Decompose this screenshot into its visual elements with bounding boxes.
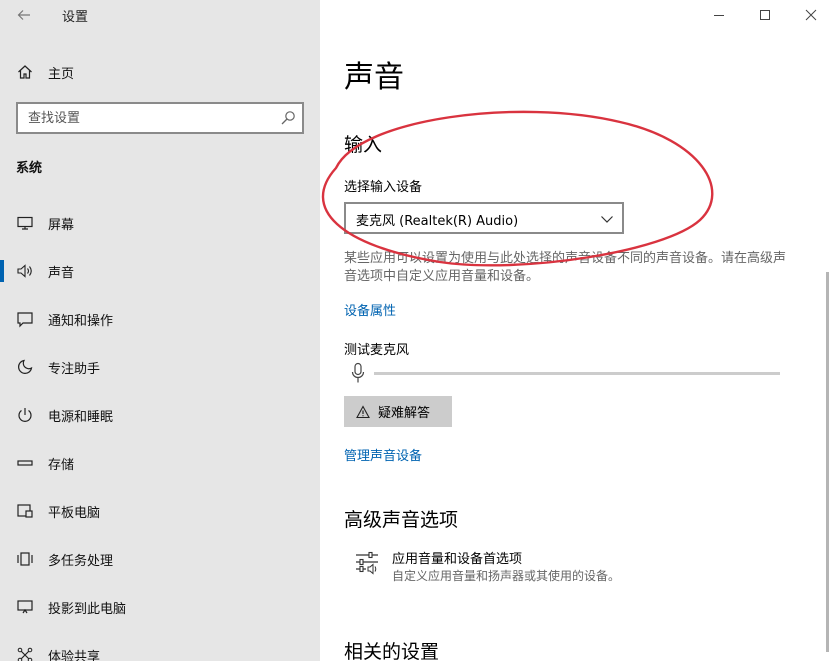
- selected-device-value: 麦克风 (Realtek(R) Audio): [356, 214, 519, 229]
- scrollbar[interactable]: [826, 272, 829, 652]
- tablet-icon: [16, 502, 34, 520]
- sidebar: 设置 主页 系统 屏幕 声音 通知和操作: [0, 0, 320, 661]
- display-icon: [16, 214, 34, 232]
- input-description: 某些应用可以设置为使用与此处选择的声音设备不同的声音设备。请在高级声音选项中自定…: [344, 251, 787, 284]
- sidebar-item-sound[interactable]: 声音: [0, 247, 320, 295]
- advanced-sound-options-heading: 高级声音选项: [344, 509, 459, 531]
- app-title: 设置: [62, 10, 89, 25]
- warning-icon: [356, 404, 370, 419]
- chevron-down-icon: [600, 211, 614, 225]
- search-icon[interactable]: [280, 110, 296, 126]
- search-box[interactable]: [16, 102, 304, 134]
- device-properties-link[interactable]: 设备属性: [344, 300, 396, 319]
- multitask-icon: [16, 550, 34, 568]
- microphone-icon: [350, 362, 366, 384]
- app-volume-preferences-link[interactable]: 应用音量和设备首选项: [392, 548, 522, 567]
- moon-icon: [16, 358, 34, 376]
- select-input-device-label: 选择输入设备: [344, 180, 423, 195]
- share-icon: [16, 646, 34, 661]
- power-icon: [16, 406, 34, 424]
- app-volume-preferences-description: 自定义应用音量和扬声器或其使用的设备。: [392, 569, 621, 583]
- sidebar-item-label: 多任务处理: [48, 554, 114, 569]
- sidebar-item-home[interactable]: 主页: [0, 58, 320, 86]
- microphone-level-meter: [374, 372, 780, 375]
- sidebar-item-tablet[interactable]: 平板电脑: [0, 487, 320, 535]
- input-heading: 输入: [344, 134, 383, 156]
- sidebar-item-label: 通知和操作: [48, 314, 114, 329]
- sidebar-item-display[interactable]: 屏幕: [0, 199, 320, 247]
- manage-sound-devices-link[interactable]: 管理声音设备: [344, 445, 422, 464]
- sidebar-item-label: 专注助手: [48, 362, 101, 377]
- home-icon: [16, 63, 34, 81]
- sidebar-item-multitasking[interactable]: 多任务处理: [0, 535, 320, 583]
- sidebar-item-shared-experiences[interactable]: 体验共享: [0, 631, 320, 661]
- project-icon: [16, 598, 34, 616]
- search-input[interactable]: [18, 104, 276, 132]
- notification-icon: [16, 310, 34, 328]
- sidebar-item-storage[interactable]: 存储: [0, 439, 320, 487]
- sidebar-item-label: 存储: [48, 458, 75, 473]
- sidebar-nav: 屏幕 声音 通知和操作 专注助手 电源和睡眠 存储 平板电脑 多任务处理 投影到…: [0, 199, 320, 661]
- sidebar-item-label: 屏幕: [48, 218, 75, 233]
- back-button[interactable]: [14, 4, 34, 26]
- section-label: 系统: [16, 161, 43, 176]
- sidebar-item-label: 投影到此电脑: [48, 602, 127, 617]
- sidebar-item-label: 主页: [48, 67, 75, 82]
- input-device-select[interactable]: 麦克风 (Realtek(R) Audio): [344, 202, 624, 234]
- main-content: 声音 输入 选择输入设备 麦克风 (Realtek(R) Audio) 某些应用…: [344, 0, 814, 661]
- sidebar-item-notifications[interactable]: 通知和操作: [0, 295, 320, 343]
- troubleshoot-button[interactable]: 疑难解答: [344, 396, 452, 427]
- speaker-icon: [16, 262, 34, 280]
- sidebar-item-focus-assist[interactable]: 专注助手: [0, 343, 320, 391]
- back-arrow-icon: [17, 10, 30, 20]
- sidebar-item-label: 体验共享: [48, 650, 101, 661]
- storage-icon: [16, 454, 34, 472]
- sidebar-item-power[interactable]: 电源和睡眠: [0, 391, 320, 439]
- sidebar-item-label: 声音: [48, 266, 75, 281]
- sidebar-item-label: 平板电脑: [48, 506, 101, 521]
- related-settings-heading: 相关的设置: [344, 641, 440, 661]
- page-title: 声音: [344, 60, 404, 95]
- sidebar-item-label: 电源和睡眠: [48, 410, 114, 425]
- app-volume-preferences-icon: [354, 550, 380, 576]
- sidebar-item-project[interactable]: 投影到此电脑: [0, 583, 320, 631]
- troubleshoot-label: 疑难解答: [378, 406, 431, 421]
- test-microphone-label: 测试麦克风: [344, 343, 410, 358]
